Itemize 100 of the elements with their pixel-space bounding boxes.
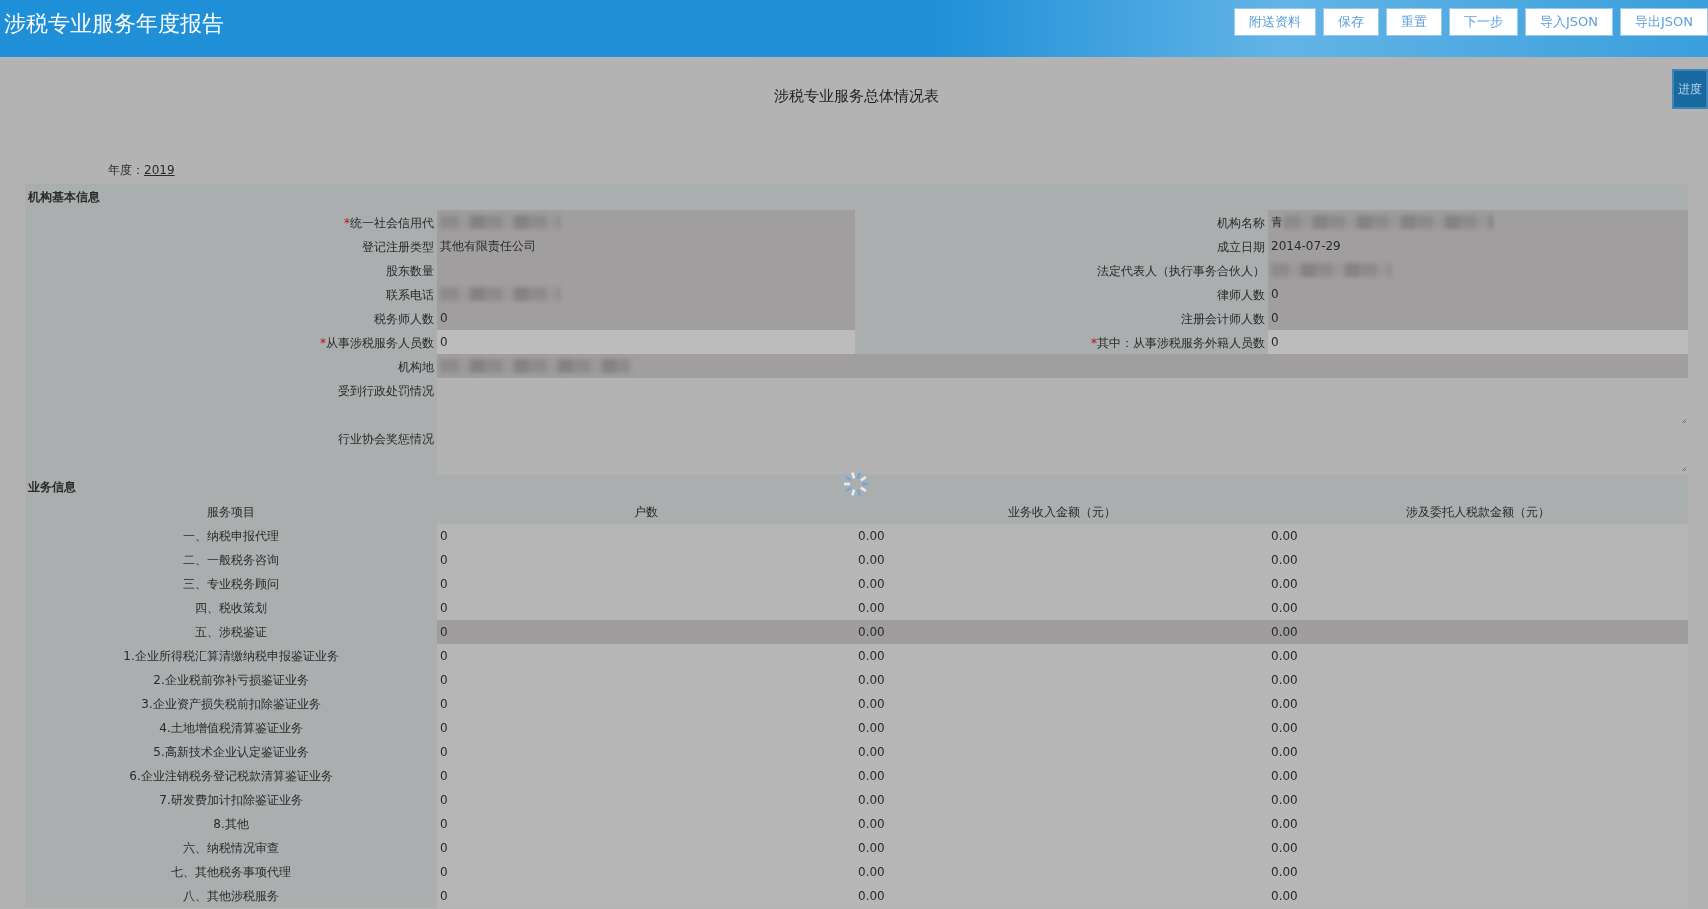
resize-grip-icon <box>1682 419 1686 423</box>
table-cell: 0.00 <box>855 740 1268 764</box>
app-title: 涉税专业服务年度报告 <box>3 10 224 38</box>
table-cell: 0.00 <box>855 788 1268 812</box>
table-cell: 0.00 <box>855 524 1268 548</box>
table-cell-text: 五、涉税鉴证 <box>194 624 268 641</box>
field-value: 0 <box>1268 330 1688 354</box>
field-value: 0 <box>437 330 855 354</box>
field-label: 注册会计师人数 <box>1180 311 1266 328</box>
table-cell: 0.00 <box>1268 548 1688 572</box>
table-cell: 0 <box>437 668 855 692</box>
table-cell: 0 <box>437 788 855 812</box>
field-label: 登记注册类型 <box>361 239 435 256</box>
field-value: 0 <box>1268 306 1688 330</box>
toolbar-button[interactable]: 下一步 <box>1448 8 1518 36</box>
table-cell-text: 四、税收策划 <box>194 600 268 617</box>
table-cell: 0.00 <box>1268 596 1688 620</box>
table-cell: 0.00 <box>1268 812 1688 836</box>
field-label: *从事涉税服务人员数 <box>319 335 435 352</box>
table-cell-text: 5.高新技术企业认定鉴证业务 <box>152 744 310 761</box>
table-cell: 0 <box>437 572 855 596</box>
table-cell: 0.00 <box>855 596 1268 620</box>
field-label: *其中：从事涉税服务外籍人员数 <box>1090 335 1266 352</box>
table-cell: 0.00 <box>855 860 1268 884</box>
table-cell-text: 1.企业所得税汇算清缴纳税申报鉴证业务 <box>122 648 340 665</box>
table-cell: 0 <box>437 884 855 908</box>
table-cell-text: 8.其他 <box>212 816 250 833</box>
table-cell: 0 <box>437 524 855 548</box>
table-cell: 0 <box>437 620 855 644</box>
field-label: 法定代表人（执行事务合伙人） <box>1096 263 1266 280</box>
field-label: 受到行政处罚情况 <box>337 383 435 400</box>
table-cell: 0.00 <box>855 812 1268 836</box>
field-value: 0 <box>437 306 855 330</box>
field-label: 机构地 <box>397 359 435 376</box>
field-label: 律师人数 <box>1216 287 1266 304</box>
table-cell: 0 <box>437 716 855 740</box>
table-cell: 0.00 <box>1268 764 1688 788</box>
toolbar-button[interactable]: 保存 <box>1322 8 1379 36</box>
table-cell: 0.00 <box>1268 644 1688 668</box>
table-cell: 0.00 <box>1268 836 1688 860</box>
field-label: *统一社会信用代 <box>343 215 435 232</box>
table-cell: 0.00 <box>855 716 1268 740</box>
table-cell-text: 6.企业注销税务登记税款清算鉴证业务 <box>128 768 334 785</box>
field-label: 股东数量 <box>385 263 435 280</box>
table-cell: 0.00 <box>855 764 1268 788</box>
table-cell: 0 <box>437 548 855 572</box>
table-cell-text: 七、其他税务事项代理 <box>170 864 292 881</box>
table-cell: 0.00 <box>855 692 1268 716</box>
table-cell-text: 2.企业税前弥补亏损鉴证业务 <box>152 672 310 689</box>
toolbar-button[interactable]: 导出JSON <box>1619 8 1708 36</box>
table-cell: 0.00 <box>855 836 1268 860</box>
table-cell-text: 三、专业税务顾问 <box>182 576 280 593</box>
field-label: 行业协会奖惩情况 <box>337 431 435 448</box>
field-label: 成立日期 <box>1216 239 1266 256</box>
year-text: 年度：2019 <box>107 162 176 179</box>
table-cell: 0.00 <box>855 572 1268 596</box>
table-cell: 0.00 <box>855 644 1268 668</box>
side-tab[interactable]: 进度 <box>1672 69 1708 109</box>
field-value: 其他有限责任公司 <box>437 234 855 258</box>
table-cell-text: 八、其他涉税服务 <box>182 888 280 905</box>
section-title: 机构基本信息 <box>27 189 101 206</box>
table-cell: 0.00 <box>1268 860 1688 884</box>
table-cell: 0.00 <box>855 620 1268 644</box>
toolbar-button[interactable]: 重置 <box>1385 8 1442 36</box>
table-cell: 0.00 <box>1268 668 1688 692</box>
table-cell: 0.00 <box>855 884 1268 908</box>
table-cell: 0.00 <box>1268 740 1688 764</box>
column-header: 业务收入金额（元） <box>1006 504 1117 521</box>
column-header: 户数 <box>633 504 659 521</box>
table-cell: 0.00 <box>1268 692 1688 716</box>
table-cell: 0 <box>437 836 855 860</box>
table-cell: 0 <box>437 860 855 884</box>
table-cell: 0.00 <box>1268 788 1688 812</box>
table-cell: 0.00 <box>1268 620 1688 644</box>
field-value: 青 <box>1268 210 1688 234</box>
table-cell: 0 <box>437 692 855 716</box>
table-cell: 0 <box>437 764 855 788</box>
resize-grip-icon <box>1682 467 1686 471</box>
table-cell-text: 7.研发费加计扣除鉴证业务 <box>158 792 304 809</box>
field-value: 2014-07-29 <box>1268 234 1688 258</box>
field-label: 联系电话 <box>385 287 435 304</box>
column-header: 服务项目 <box>206 504 256 521</box>
table-cell: 0 <box>437 812 855 836</box>
section-title: 业务信息 <box>27 479 77 496</box>
table-cell-text: 3.企业资产损失税前扣除鉴证业务 <box>140 696 322 713</box>
table-cell-text: 一、纳税申报代理 <box>182 528 280 545</box>
toolbar-button[interactable]: 导入JSON <box>1524 8 1613 36</box>
form-title: 涉税专业服务总体情况表 <box>774 87 939 107</box>
table-cell: 0 <box>437 644 855 668</box>
table-cell: 0.00 <box>1268 884 1688 908</box>
table-cell: 0.00 <box>855 548 1268 572</box>
table-cell-text: 4.土地增值税清算鉴证业务 <box>158 720 304 737</box>
table-cell: 0 <box>437 740 855 764</box>
table-cell-text: 六、纳税情况审查 <box>182 840 280 857</box>
toolbar-button[interactable]: 附送资料 <box>1233 8 1316 36</box>
table-cell: 0.00 <box>1268 716 1688 740</box>
column-header: 涉及委托人税款金额（元） <box>1405 504 1551 521</box>
table-cell: 0.00 <box>1268 524 1688 548</box>
table-cell: 0 <box>437 596 855 620</box>
field-label: 税务师人数 <box>373 311 435 328</box>
